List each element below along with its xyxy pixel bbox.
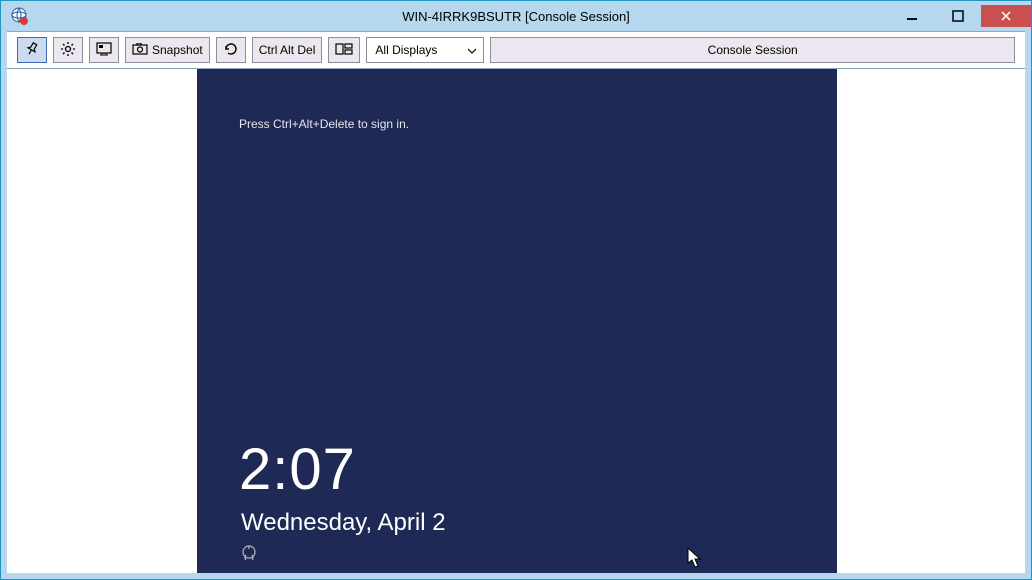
console-session-label: Console Session <box>708 43 798 57</box>
refresh-icon <box>223 41 239 60</box>
chevron-down-icon <box>467 43 477 57</box>
signin-hint: Press Ctrl+Alt+Delete to sign in. <box>239 117 409 131</box>
screen-button[interactable] <box>89 37 119 63</box>
window-title: WIN-4IRRK9BSUTR [Console Session] <box>402 9 630 24</box>
snapshot-label: Snapshot <box>152 43 203 57</box>
viewport: Press Ctrl+Alt+Delete to sign in. 2:07 W… <box>7 69 1025 573</box>
remote-lock-screen[interactable]: Press Ctrl+Alt+Delete to sign in. 2:07 W… <box>197 69 837 573</box>
maximize-button[interactable] <box>935 5 981 27</box>
gear-icon <box>60 41 76 60</box>
toolbar: Snapshot Ctrl Alt Del All Displays Conso… <box>7 31 1025 69</box>
minimize-button[interactable] <box>889 5 935 27</box>
camera-icon <box>132 43 148 58</box>
refresh-button[interactable] <box>216 37 246 63</box>
monitor-icon <box>96 42 112 59</box>
app-window: WIN-4IRRK9BSUTR [Console Session] <box>0 0 1032 580</box>
ctrl-alt-del-button[interactable]: Ctrl Alt Del <box>252 37 323 63</box>
close-button[interactable] <box>981 5 1031 27</box>
ctrl-alt-del-label: Ctrl Alt Del <box>259 43 316 57</box>
display-selected-label: All Displays <box>375 43 437 57</box>
console-session-button[interactable]: Console Session <box>490 37 1015 63</box>
ease-of-access-icon[interactable] <box>241 544 257 563</box>
lock-clock: 2:07 <box>239 436 356 503</box>
pin-button[interactable] <box>17 37 47 63</box>
layout-icon <box>335 43 353 58</box>
layout-button[interactable] <box>328 37 360 63</box>
app-icon <box>9 6 29 26</box>
lock-date: Wednesday, April 2 <box>241 509 446 537</box>
titlebar[interactable]: WIN-4IRRK9BSUTR [Console Session] <box>1 1 1031 31</box>
settings-button[interactable] <box>53 37 83 63</box>
window-controls <box>889 5 1031 27</box>
snapshot-button[interactable]: Snapshot <box>125 37 210 63</box>
display-select[interactable]: All Displays <box>366 37 484 63</box>
pin-icon <box>25 42 39 59</box>
